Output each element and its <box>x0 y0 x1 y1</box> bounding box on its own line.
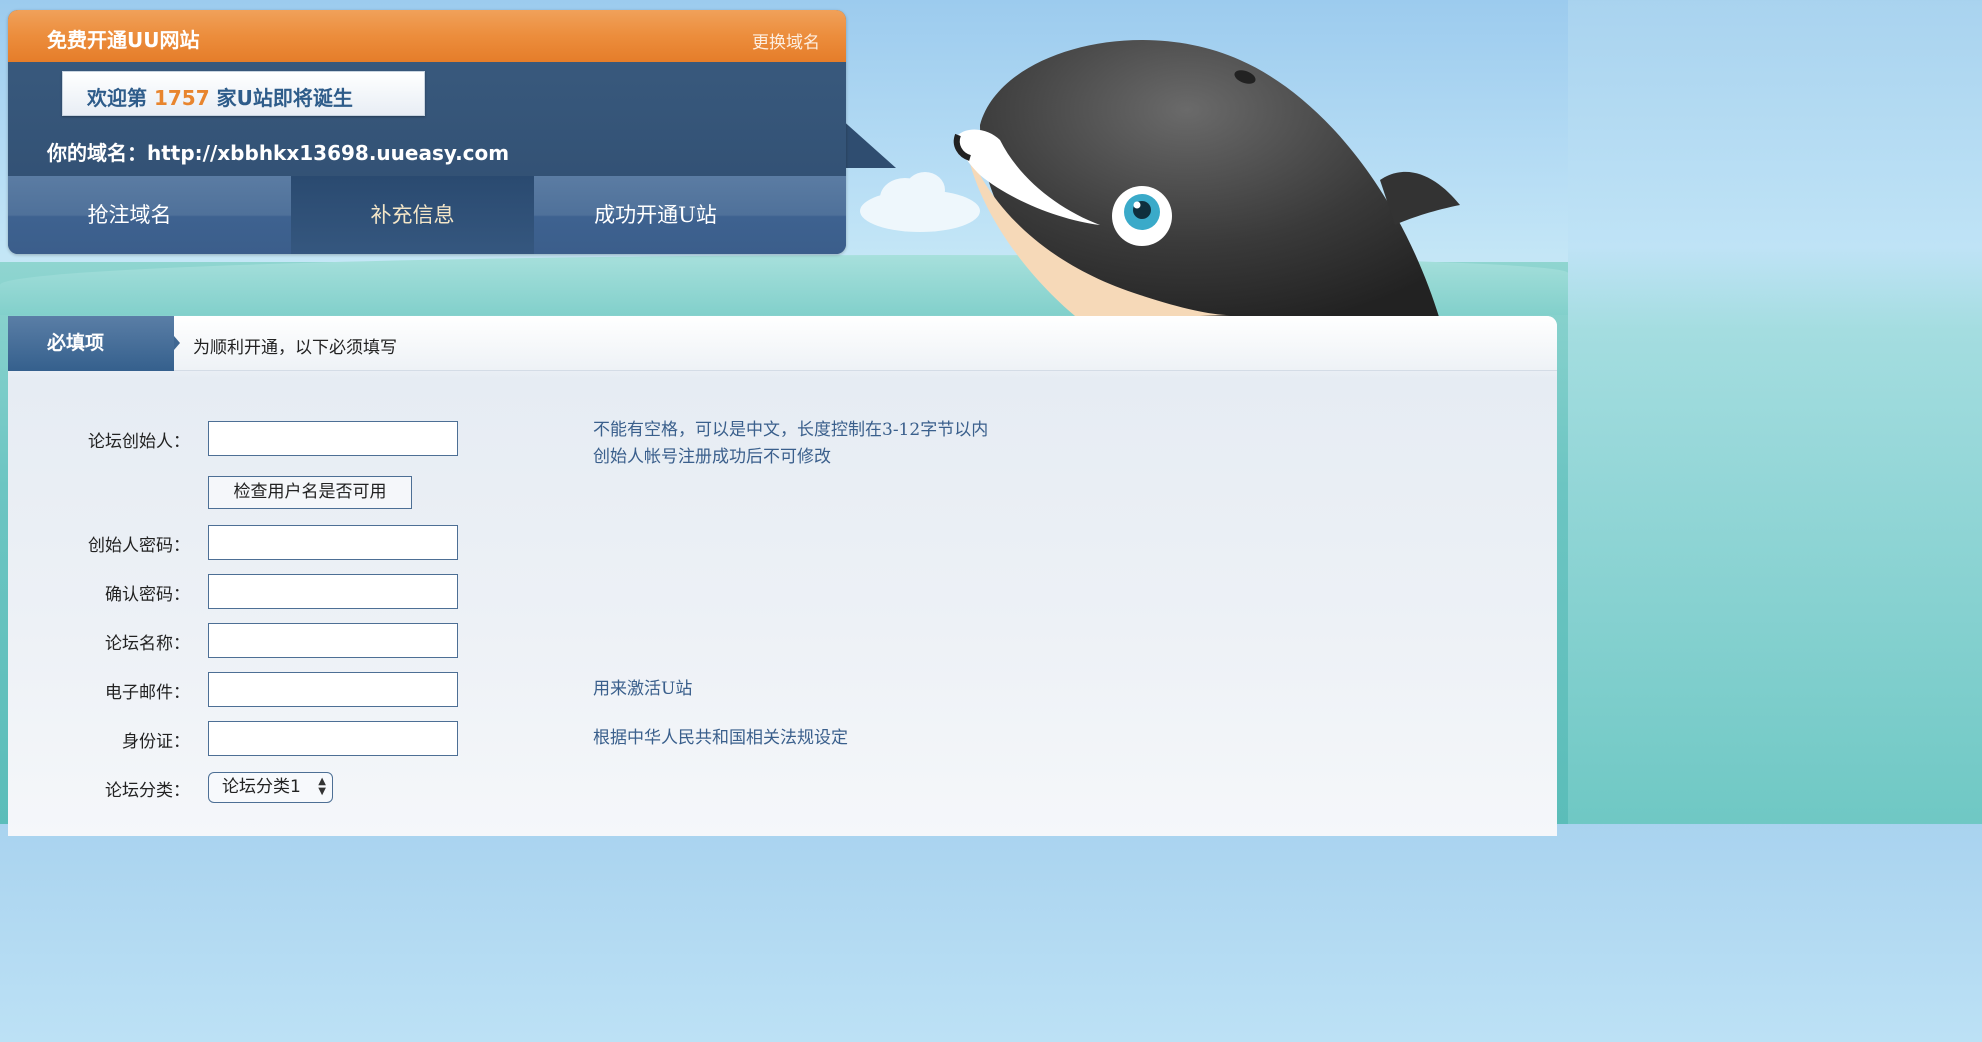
email-hint: 用来激活U站 <box>593 679 693 699</box>
email-input[interactable] <box>208 672 458 707</box>
email-row: 电子邮件： 用来激活U站 <box>8 672 1557 708</box>
id-card-input[interactable] <box>208 721 458 756</box>
id-card-label: 身份证： <box>122 732 190 752</box>
forum-name-row: 论坛名称： <box>8 623 1557 659</box>
confirm-password-label: 确认密码： <box>105 585 190 605</box>
section-description: 为顺利开通，以下必须填写 <box>193 338 397 358</box>
category-selected-value: 论坛分类1 <box>222 777 301 797</box>
step-register-domain: 抢注域名 <box>87 203 172 227</box>
tab-pointer <box>174 336 180 350</box>
category-row: 论坛分类： 论坛分类1 ▲ ▼ <box>8 772 1557 808</box>
form-section-header: 必填项 为顺利开通，以下必须填写 <box>8 316 1557 371</box>
forum-name-label: 论坛名称： <box>105 634 190 654</box>
required-tab: 必填项 <box>8 316 174 371</box>
password-input[interactable] <box>208 525 458 560</box>
confirm-password-row: 确认密码： <box>8 574 1557 610</box>
step-fill-info: 补充信息 <box>291 176 534 254</box>
id-card-hint: 根据中华人民共和国相关法规设定 <box>593 728 848 748</box>
domain-display: 你的域名：http://xbbhkx13698.uueasy.com <box>47 137 509 166</box>
password-row: 创始人密码： <box>8 525 1557 561</box>
whale-mascot-icon <box>953 40 1460 320</box>
founder-hint-line1: 不能有空格，可以是中文，长度控制在3-12字节以内 <box>593 420 989 440</box>
cloud <box>905 172 945 208</box>
page-title: 免费开通UU网站 <box>47 28 200 52</box>
step-tabs: 抢注域名 补充信息 成功开通U站 <box>8 176 846 254</box>
check-username-button[interactable]: 检查用户名是否可用 <box>208 476 412 509</box>
domain-value: http://xbbhkx13698.uueasy.com <box>147 141 510 165</box>
founder-row: 论坛创始人： 不能有空格，可以是中文，长度控制在3-12字节以内 创始人帐号注册… <box>8 420 1557 467</box>
category-label: 论坛分类： <box>105 781 190 801</box>
welcome-banner: 欢迎第 1757 家U站即将诞生 <box>62 71 425 116</box>
founder-hint-line2: 创始人帐号注册成功后不可修改 <box>593 447 831 467</box>
header-panel: 免费开通UU网站 更换域名 欢迎第 1757 家U站即将诞生 你的域名：http… <box>8 10 846 254</box>
email-label: 电子邮件： <box>105 683 190 703</box>
title-bar: 免费开通UU网站 更换域名 <box>8 10 846 62</box>
change-domain-link[interactable]: 更换域名 <box>752 28 820 53</box>
domain-label: 你的域名： <box>47 141 147 165</box>
password-label: 创始人密码： <box>88 536 190 556</box>
step-success: 成功开通U站 <box>594 203 717 227</box>
founder-input[interactable] <box>208 421 458 456</box>
welcome-suffix: 家U站即将诞生 <box>209 86 353 110</box>
founder-label: 论坛创始人： <box>88 432 190 452</box>
confirm-password-input[interactable] <box>208 574 458 609</box>
founder-hint: 不能有空格，可以是中文，长度控制在3-12字节以内 创始人帐号注册成功后不可修改 <box>593 417 988 471</box>
forum-name-input[interactable] <box>208 623 458 658</box>
panel-pointer <box>840 118 896 168</box>
form-card: 必填项 为顺利开通，以下必须填写 论坛创始人： 不能有空格，可以是中文，长度控制… <box>8 316 1557 836</box>
site-count: 1757 <box>153 86 210 110</box>
welcome-text: 欢迎第 1757 家U站即将诞生 <box>87 82 353 111</box>
up-down-arrows-icon: ▲ ▼ <box>318 776 326 797</box>
welcome-prefix: 欢迎第 <box>87 86 154 110</box>
category-select[interactable]: 论坛分类1 ▲ ▼ <box>208 772 333 803</box>
id-card-row: 身份证： 根据中华人民共和国相关法规设定 <box>8 721 1557 757</box>
